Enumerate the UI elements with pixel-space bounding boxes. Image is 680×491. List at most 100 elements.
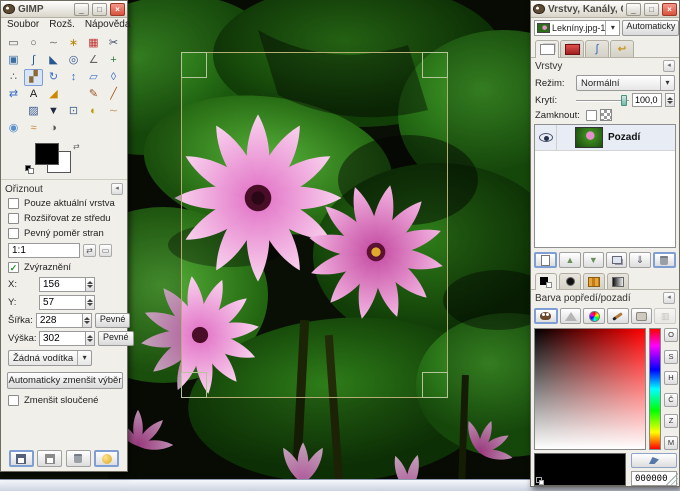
saturation-value-square[interactable] — [534, 328, 646, 450]
panel-menu-button[interactable]: ◂ — [663, 60, 675, 72]
select-by-color-tool[interactable]: ▦ — [84, 35, 103, 52]
perspective-tool[interactable]: ◊ — [104, 69, 123, 86]
menu-soubor[interactable]: Soubor — [7, 19, 39, 32]
maximize-button[interactable]: □ — [92, 3, 107, 16]
channel-toggle-button[interactable]: S — [664, 350, 678, 364]
height-input[interactable] — [39, 331, 85, 346]
magnify-tool[interactable]: ◎ — [64, 52, 83, 69]
airbrush-tool[interactable]: ▨ — [24, 103, 43, 120]
fuzzy-select-tool[interactable]: ∗ — [64, 35, 83, 52]
y-spinner[interactable] — [85, 295, 95, 310]
eraser-tool[interactable] — [4, 103, 23, 120]
width-input[interactable] — [36, 313, 82, 328]
default-colors-icon[interactable] — [536, 477, 546, 486]
color-picker-tool[interactable]: ◣ — [44, 52, 63, 69]
crop-handle-top-right[interactable] — [422, 52, 448, 78]
image-combo[interactable]: Lekníny.jpg-1 ▾ — [534, 20, 620, 36]
move-selection-tool[interactable]: ∴ — [4, 69, 23, 86]
rect-select-tool[interactable]: ▭ — [4, 35, 23, 52]
check-expand-center[interactable]: Rozšiřovat ze středu — [1, 211, 127, 226]
checkbox-checked[interactable]: ✓ — [8, 262, 19, 273]
default-colors-icon[interactable] — [25, 165, 35, 174]
check-highlight[interactable]: ✓ Zvýraznění — [1, 260, 127, 275]
menu-rozs[interactable]: Rozš. — [49, 19, 75, 32]
ellipse-select-tool[interactable]: ○ — [24, 35, 43, 52]
delete-layer-button[interactable] — [653, 252, 676, 268]
crop-tool[interactable]: ▞ — [24, 69, 43, 86]
visibility-cell[interactable] — [535, 125, 557, 150]
tab-paths[interactable]: ∫ — [585, 40, 609, 57]
x-spinner[interactable] — [85, 277, 95, 292]
guides-dropdown[interactable]: Žádná vodítka ▾ — [8, 350, 92, 366]
scissors-tool[interactable]: ✂ — [104, 35, 123, 52]
check-current-layer[interactable]: Pouze aktuální vrstva — [1, 196, 127, 211]
smudge-tool[interactable]: ∼ — [104, 103, 123, 120]
ratio-input[interactable] — [8, 243, 80, 258]
checkbox[interactable] — [8, 395, 19, 406]
blur-tool[interactable]: ◉ — [4, 120, 23, 137]
delete-options-button[interactable] — [66, 450, 91, 467]
crop-handle-bottom-left[interactable] — [181, 372, 207, 398]
flip-tool[interactable]: ⇄ — [4, 86, 23, 103]
move-tool[interactable]: + — [104, 52, 123, 69]
width-fixed-button[interactable]: Pevné — [95, 313, 131, 328]
text-tool[interactable]: A — [24, 86, 43, 103]
align-tool[interactable]: ▣ — [4, 52, 23, 69]
clone-tool[interactable]: ⊡ — [64, 103, 83, 120]
layer-row-pozadi[interactable]: Pozadí — [535, 125, 675, 151]
lower-layer-button[interactable]: ▼ — [583, 252, 604, 268]
crop-handle-bottom-right[interactable] — [422, 372, 448, 398]
watercolor-selector-button[interactable] — [607, 308, 629, 324]
lock-checkbox[interactable] — [586, 110, 597, 121]
minimize-button[interactable]: _ — [626, 3, 641, 16]
channel-toggle-button[interactable]: O — [664, 328, 678, 342]
tab-gradients[interactable] — [607, 273, 629, 289]
channel-toggle-button[interactable]: M — [664, 436, 678, 450]
menu-napoveda[interactable]: Nápověda — [85, 19, 131, 32]
auto-shrink-button[interactable]: Automaticky zmenšit výběr — [7, 372, 123, 389]
bucket-fill-tool[interactable]: ◢ — [44, 86, 63, 103]
current-foreground-swatch[interactable] — [534, 453, 626, 486]
duplicate-layer-button[interactable] — [606, 252, 627, 268]
check-fixed-ratio[interactable]: Pevný poměr stran — [1, 226, 127, 241]
crop-selection-rect[interactable] — [181, 52, 448, 398]
rotate-tool[interactable]: ↻ — [44, 69, 63, 86]
resize-grip[interactable] — [666, 473, 678, 485]
scale-tool[interactable]: ↕ — [64, 69, 83, 86]
x-input[interactable] — [39, 277, 85, 292]
tab-undo-history[interactable]: ↩ — [610, 40, 634, 57]
channel-toggle-button[interactable]: Č — [664, 393, 678, 407]
height-fixed-button[interactable]: Pevné — [98, 331, 134, 346]
raise-layer-button[interactable]: ▲ — [559, 252, 580, 268]
ratio-swap-button[interactable]: ⇄ — [83, 244, 96, 257]
tab-layers[interactable] — [535, 40, 559, 58]
save-options-button[interactable] — [9, 450, 34, 467]
shear-tool[interactable]: ▱ — [84, 69, 103, 86]
wheel-selector-button[interactable] — [583, 308, 605, 324]
width-spinner[interactable] — [82, 313, 92, 328]
scales-selector-button[interactable]: ▥ — [654, 308, 676, 324]
close-button[interactable]: × — [662, 3, 677, 16]
panel-menu-button[interactable]: ◂ — [663, 292, 675, 304]
reset-options-button[interactable] — [94, 450, 119, 467]
checkbox[interactable] — [8, 228, 19, 239]
foreground-color-swatch[interactable] — [35, 143, 59, 165]
gradient-tool[interactable] — [64, 86, 83, 103]
palette-selector-button[interactable] — [631, 308, 653, 324]
height-spinner[interactable] — [85, 331, 95, 346]
new-layer-button[interactable] — [534, 252, 557, 268]
options-menu-button[interactable]: ◂ — [111, 183, 123, 195]
toolbox-titlebar[interactable]: GIMP _ □ × — [1, 1, 127, 18]
checkbox[interactable] — [8, 198, 19, 209]
tab-brushes[interactable] — [559, 273, 581, 289]
check-shrink-merged[interactable]: Zmenšit sloučené — [1, 393, 127, 408]
hue-strip[interactable] — [649, 328, 661, 450]
crop-handle-top-left[interactable] — [181, 52, 207, 78]
y-input[interactable] — [39, 295, 85, 310]
pencil-tool[interactable]: ✎ — [84, 86, 103, 103]
ink-tool[interactable]: ▼ — [44, 103, 63, 120]
layers-titlebar[interactable]: Vrstvy, Kanály, Cesty... _ □ × — [531, 1, 679, 18]
swap-colors-icon[interactable]: ⇄ — [73, 142, 80, 151]
paths-tool[interactable]: ∫ — [24, 52, 43, 69]
opacity-input[interactable] — [632, 93, 662, 107]
